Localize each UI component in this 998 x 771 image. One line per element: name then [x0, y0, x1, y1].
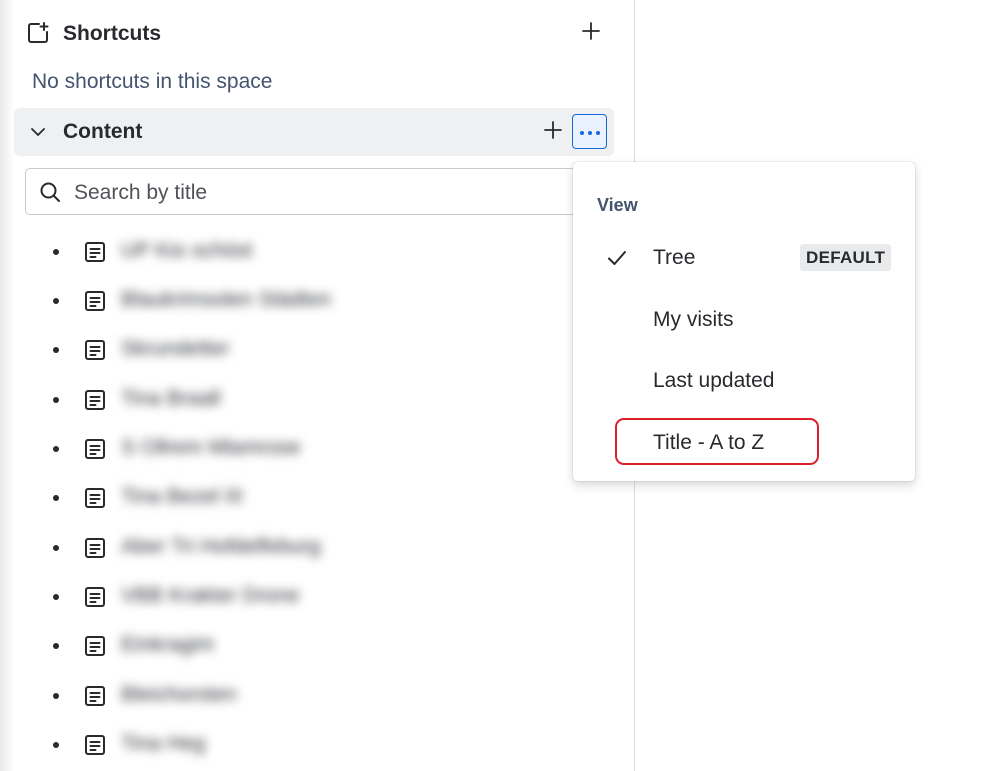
tree-item-title: Tina Heg — [121, 732, 206, 755]
page-icon — [84, 290, 106, 312]
tree-item[interactable]: Bleichorsten — [0, 673, 600, 719]
view-menu-heading: View — [597, 195, 638, 215]
page-icon — [84, 487, 106, 509]
bullet — [53, 397, 59, 403]
bullet — [53, 249, 59, 255]
app-root: Shortcuts No shortcuts in this space Con… — [0, 0, 998, 771]
bullet — [53, 347, 59, 353]
tree-item-title: Tina Bezel III — [121, 485, 243, 508]
bullet — [53, 742, 59, 748]
tree-item[interactable]: Blaukrimsolen Städten — [0, 278, 600, 324]
page-icon — [84, 734, 106, 756]
bullet — [53, 446, 59, 452]
add-content-button[interactable] — [539, 118, 567, 146]
tree-item[interactable]: Einkragim — [0, 623, 600, 669]
bullet — [53, 495, 59, 501]
default-badge: DEFAULT — [800, 244, 892, 271]
tree-item-title: Aber Tri Hofdelfeburg — [121, 535, 321, 558]
tree-item-title: Skrundetter — [121, 337, 230, 360]
chevron-down-icon[interactable] — [28, 122, 48, 142]
space-sidebar: Shortcuts No shortcuts in this space Con… — [0, 0, 634, 771]
tree-item[interactable]: UP Kio schöst — [0, 229, 600, 275]
search-icon — [38, 180, 62, 204]
tree-item-title: Tina Braall — [121, 387, 221, 410]
tree-item-title: S Ollrem Mlamrose — [121, 436, 301, 459]
tree-item-title: Bleichorsten — [121, 683, 237, 706]
plus-icon — [543, 120, 563, 145]
bullet — [53, 643, 59, 649]
bullet — [53, 298, 59, 304]
view-option-tree[interactable]: Tree DEFAULT — [573, 230, 915, 286]
bullet — [53, 693, 59, 699]
menu-item-label: Last updated — [653, 369, 775, 392]
shortcut-add-icon — [26, 21, 50, 45]
content-more-actions-button[interactable] — [572, 114, 607, 149]
content-title: Content — [63, 120, 143, 143]
page-icon — [84, 438, 106, 460]
tree-item[interactable]: Aber Tri Hofdelfeburg — [0, 525, 600, 571]
shortcuts-empty-text: No shortcuts in this space — [32, 70, 273, 93]
tree-item[interactable]: Tina Heg — [0, 722, 600, 768]
bullet — [53, 594, 59, 600]
tree-item-title: Einkragim — [121, 633, 215, 656]
view-option-last-updated[interactable]: Last updated — [573, 353, 915, 409]
page-icon — [84, 339, 106, 361]
tree-item[interactable]: Skrundetter — [0, 327, 600, 373]
tree-item[interactable]: VBB Krakter Drone — [0, 574, 600, 620]
menu-item-label: Tree — [653, 246, 696, 269]
page-icon — [84, 241, 106, 263]
shortcuts-title: Shortcuts — [63, 22, 162, 45]
view-dropdown-menu: View Tree DEFAULT My visits Last updated… — [573, 162, 915, 481]
checkmark-icon — [606, 247, 628, 269]
shortcuts-header[interactable]: Shortcuts — [14, 10, 614, 56]
more-horizontal-icon — [579, 123, 601, 141]
tree-item[interactable]: Tina Bezel III — [0, 475, 600, 521]
highlight-annotation — [615, 418, 819, 465]
page-icon — [84, 586, 106, 608]
page-icon — [84, 389, 106, 411]
page-icon — [84, 635, 106, 657]
plus-icon — [581, 21, 601, 46]
add-shortcut-button[interactable] — [577, 19, 605, 47]
tree-item-title: Blaukrimsolen Städten — [121, 288, 332, 311]
view-option-my-visits[interactable]: My visits — [573, 292, 915, 348]
bullet — [53, 545, 59, 551]
tree-item-title: VBB Krakter Drone — [121, 584, 300, 607]
page-icon — [84, 537, 106, 559]
tree-item[interactable]: Tina Braall — [0, 377, 600, 423]
menu-item-label: My visits — [653, 308, 734, 331]
search-field[interactable] — [25, 168, 625, 215]
content-section-header[interactable]: Content — [14, 108, 614, 156]
page-icon — [84, 685, 106, 707]
search-input[interactable] — [72, 175, 576, 211]
tree-item[interactable]: S Ollrem Mlamrose — [0, 426, 600, 472]
tree-item-title: UP Kio schöst — [121, 239, 253, 262]
